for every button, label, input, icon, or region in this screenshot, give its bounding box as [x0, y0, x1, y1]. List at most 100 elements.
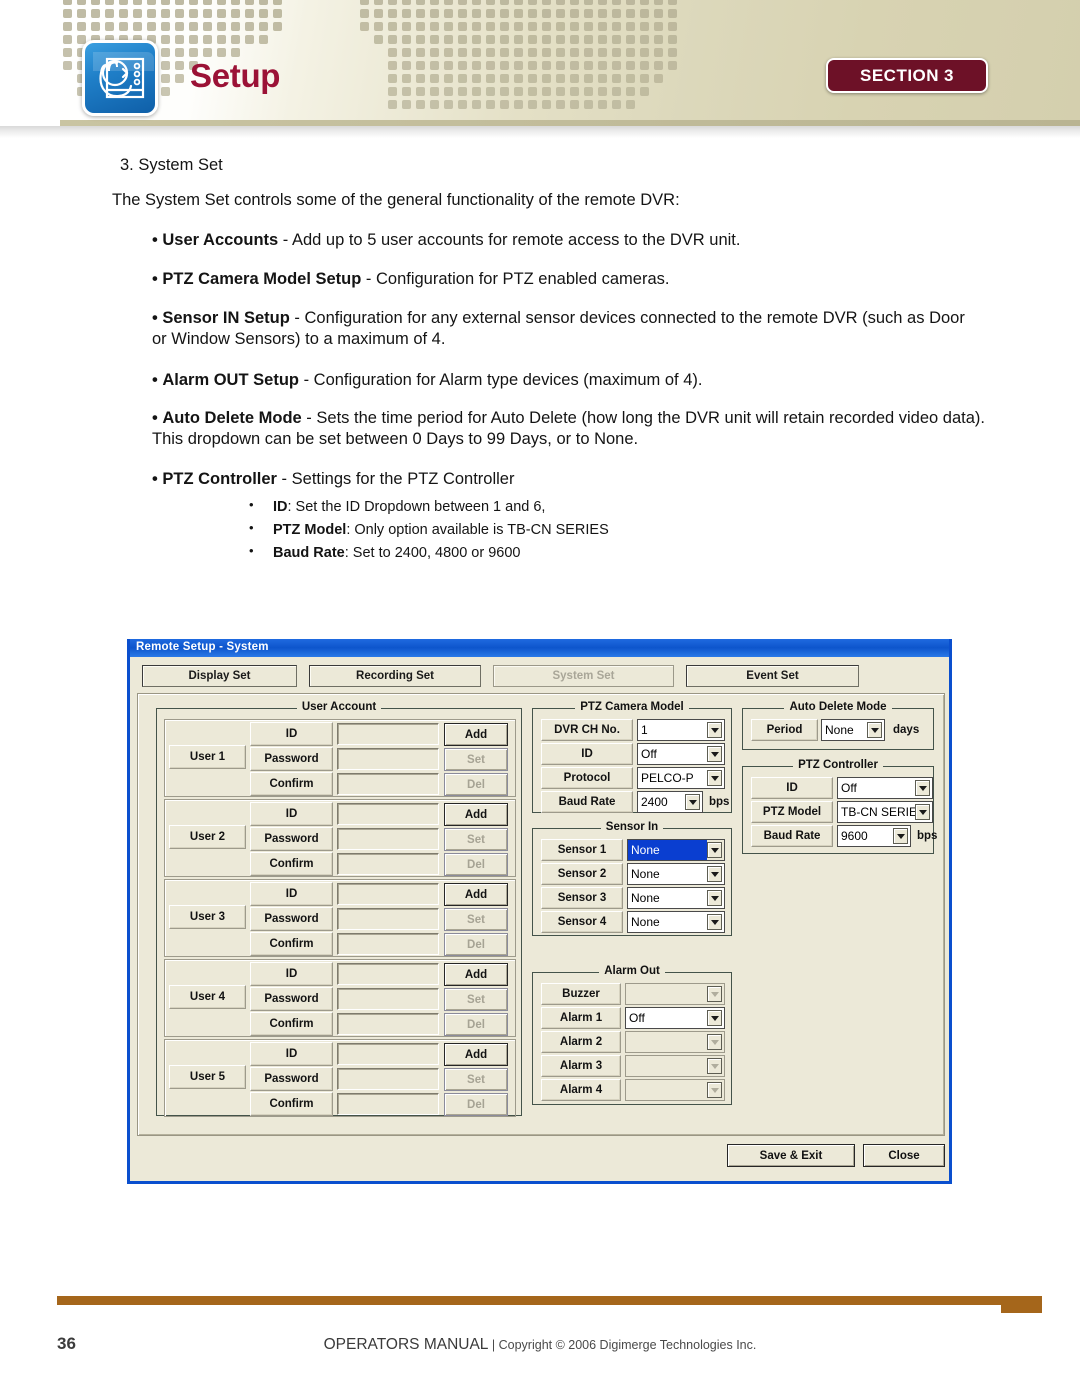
user-confirm-input[interactable]: [337, 1093, 439, 1115]
ptz-controller-dropdown-1[interactable]: TB-CN SERIES: [837, 801, 933, 823]
sensor-in-dropdown-1[interactable]: None: [627, 863, 725, 885]
bullet-ptz-camera-model-setup: • PTZ Camera Model Setup - Configuration…: [152, 270, 670, 288]
user-id-input[interactable]: [337, 723, 439, 745]
chevron-down-icon[interactable]: [915, 780, 930, 796]
group-sensor-in: Sensor In Sensor 1 None Sensor 2 None Sensor…: [532, 821, 732, 936]
user-password-input[interactable]: [337, 908, 439, 930]
ptz-camera-label-3: Baud Rate: [541, 791, 633, 813]
page-title: Setup: [190, 57, 281, 94]
sensor-in-value-1: None: [631, 867, 660, 881]
bullet-user-accounts: • User Accounts - Add up to 5 user accou…: [152, 231, 741, 249]
ptz-controller-dropdown-0[interactable]: Off: [837, 777, 933, 799]
ptz-controller-label-0: ID: [751, 777, 833, 799]
user-confirm-input[interactable]: [337, 933, 439, 955]
user-confirm-input[interactable]: [337, 773, 439, 795]
bullet-term: Auto Delete Mode: [162, 409, 302, 427]
group-alarm-out: Alarm Out Buzzer Alarm 1 Off Alarm 2 Alarm 3…: [532, 965, 732, 1105]
alarm-out-label-2: Alarm 2: [541, 1031, 621, 1053]
chevron-down-icon[interactable]: [685, 794, 700, 810]
bullet-term: PTZ Controller: [162, 470, 277, 488]
ptz-camera-label-1: ID: [541, 743, 633, 765]
alarm-out-label-3: Alarm 3: [541, 1055, 621, 1077]
close-button[interactable]: Close: [863, 1144, 945, 1167]
sensor-in-dropdown-3[interactable]: None: [627, 911, 725, 933]
user-del-button: Del: [444, 1013, 508, 1036]
ptz-controller-dropdown-2[interactable]: 9600: [837, 825, 911, 847]
chevron-down-icon[interactable]: [707, 890, 722, 906]
user-password-input[interactable]: [337, 828, 439, 850]
bullet-term: Alarm OUT Setup: [162, 371, 299, 389]
user-id-input[interactable]: [337, 963, 439, 985]
user-add-button[interactable]: Add: [444, 1043, 508, 1066]
tab-recording-set[interactable]: Recording Set: [309, 665, 481, 687]
alarm-out-dropdown-2: [625, 1031, 725, 1053]
ptz-camera-dropdown-3[interactable]: 2400: [637, 791, 703, 813]
user-add-button[interactable]: Add: [444, 803, 508, 826]
tab-event-set[interactable]: Event Set: [686, 665, 859, 687]
tab-label: Display Set: [188, 670, 251, 682]
chevron-down-icon: [707, 986, 722, 1002]
ptz-camera-dropdown-2[interactable]: PELCO-P: [637, 767, 725, 789]
ptz-camera-value-2: PELCO-P: [641, 771, 694, 785]
chevron-down-icon[interactable]: [893, 828, 908, 844]
ptz-controller-label-2: Baud Rate: [751, 825, 833, 847]
user-field-label-password: Password: [250, 747, 333, 771]
user-field-label-confirm: Confirm: [250, 772, 333, 796]
user-field-label-confirm: Confirm: [250, 1092, 333, 1116]
user-set-button: Set: [444, 748, 508, 771]
user-field-label-confirm: Confirm: [250, 1012, 333, 1036]
tab-system-set: System Set: [493, 665, 674, 687]
bullet-term: User Accounts: [162, 231, 279, 249]
chevron-down-icon[interactable]: [915, 804, 930, 820]
sensor-in-dropdown-2[interactable]: None: [627, 887, 725, 909]
user-add-button[interactable]: Add: [444, 883, 508, 906]
sub-bullet-term: Baud Rate: [273, 545, 345, 562]
user-account-block: User 2 ID Add Password Set Confirm Del: [164, 799, 516, 877]
chevron-down-icon: [707, 1058, 722, 1074]
user-confirm-input[interactable]: [337, 1013, 439, 1035]
group-ptz-controller: PTZ Controller ID Off PTZ Model TB-CN SERIE…: [742, 759, 937, 854]
chevron-down-icon[interactable]: [707, 746, 722, 762]
user-id-input[interactable]: [337, 883, 439, 905]
user-password-input[interactable]: [337, 748, 439, 770]
dialog-tab-row: Display Set Recording Set System Set Event …: [137, 665, 945, 687]
sub-bullet-text: : Set to 2400, 4800 or 9600: [344, 545, 521, 562]
ptz-controller-label-1: PTZ Model: [751, 801, 833, 823]
user-id-input[interactable]: [337, 803, 439, 825]
ptz-camera-dropdown-1[interactable]: Off: [637, 743, 725, 765]
user-add-button[interactable]: Add: [444, 723, 508, 746]
user-field-label-id: ID: [250, 962, 333, 986]
alarm-out-dropdown-4: [625, 1079, 725, 1101]
user-field-label-id: ID: [250, 1042, 333, 1066]
chevron-down-icon[interactable]: [707, 842, 722, 858]
sensor-in-label-3: Sensor 4: [541, 911, 623, 933]
chevron-down-icon[interactable]: [867, 722, 882, 738]
user-confirm-input[interactable]: [337, 853, 439, 875]
chevron-down-icon[interactable]: [707, 1010, 722, 1026]
sensor-in-value-2: None: [631, 891, 660, 905]
chevron-down-icon[interactable]: [707, 770, 722, 786]
auto-delete-period-unit: days: [893, 724, 920, 736]
auto-delete-period-dropdown[interactable]: None: [821, 719, 885, 741]
bullet-text: - Configuration for Alarm type devices (…: [298, 371, 703, 389]
sub-bullet-term: PTZ Model: [273, 522, 347, 539]
chevron-down-icon[interactable]: [707, 722, 722, 738]
footer-rule-tip: [1001, 1296, 1042, 1313]
user-password-input[interactable]: [337, 1068, 439, 1090]
ptz-camera-dropdown-0[interactable]: 1: [637, 719, 725, 741]
chevron-down-icon[interactable]: [707, 866, 722, 882]
sensor-in-dropdown-0[interactable]: None: [627, 839, 725, 861]
save-and-exit-button[interactable]: Save & Exit: [727, 1144, 855, 1167]
alarm-out-label-4: Alarm 4: [541, 1079, 621, 1101]
auto-delete-period-label: Period: [751, 719, 818, 741]
user-set-button: Set: [444, 908, 508, 931]
chevron-down-icon[interactable]: [707, 914, 722, 930]
user-add-button[interactable]: Add: [444, 963, 508, 986]
tab-display-set[interactable]: Display Set: [142, 665, 297, 687]
ptz-camera-value-1: Off: [641, 747, 657, 761]
user-id-input[interactable]: [337, 1043, 439, 1065]
alarm-out-dropdown-1[interactable]: Off: [625, 1007, 725, 1029]
user-del-button: Del: [444, 773, 508, 796]
sensor-in-label-2: Sensor 3: [541, 887, 623, 909]
user-password-input[interactable]: [337, 988, 439, 1010]
